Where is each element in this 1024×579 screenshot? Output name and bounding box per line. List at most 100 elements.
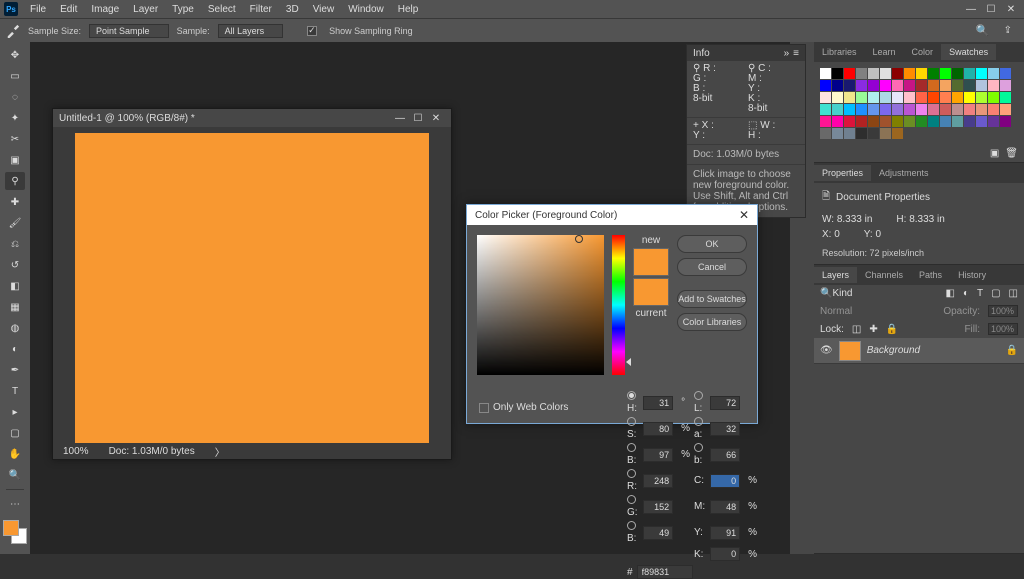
swatch[interactable] [868, 92, 879, 103]
swatch[interactable] [1000, 116, 1011, 127]
swatch[interactable] [1000, 92, 1011, 103]
s-radio[interactable] [627, 417, 636, 426]
doc-minimize[interactable]: — [391, 113, 409, 124]
move-tool[interactable]: ✥ [5, 46, 25, 64]
swatch[interactable] [856, 116, 867, 127]
menu-view[interactable]: View [307, 2, 341, 17]
swatch[interactable] [904, 116, 915, 127]
tab-color[interactable]: Color [904, 44, 942, 60]
color-libraries-button[interactable]: Color Libraries [677, 313, 747, 331]
swatch[interactable] [904, 80, 915, 91]
tab-learn[interactable]: Learn [865, 44, 904, 60]
h-radio[interactable] [627, 391, 636, 400]
swatch[interactable] [856, 92, 867, 103]
swatch[interactable] [856, 128, 867, 139]
swatch[interactable] [868, 128, 879, 139]
hex-input[interactable] [637, 565, 693, 579]
swatch[interactable] [928, 92, 939, 103]
visibility-icon[interactable]: 👁 [820, 345, 833, 356]
blur-tool[interactable]: ◍ [5, 319, 25, 337]
menu-file[interactable]: File [24, 2, 52, 17]
a-radio[interactable] [694, 417, 703, 426]
swatch[interactable] [928, 116, 939, 127]
window-minimize[interactable]: — [962, 4, 980, 15]
m-input[interactable] [710, 500, 740, 514]
bb-input[interactable] [643, 526, 673, 540]
swatch[interactable] [976, 116, 987, 127]
document-titlebar[interactable]: Untitled-1 @ 100% (RGB/8#) * — ☐ ✕ [53, 109, 451, 127]
swatch[interactable] [928, 68, 939, 79]
swatch[interactable] [928, 104, 939, 115]
eraser-tool[interactable]: ◧ [5, 277, 25, 295]
swatch[interactable] [832, 104, 843, 115]
swatch[interactable] [952, 104, 963, 115]
swatch[interactable] [988, 68, 999, 79]
color-field[interactable] [477, 235, 604, 375]
hue-arrow[interactable] [626, 358, 631, 366]
eyedropper-tool[interactable]: ⚲ [5, 172, 25, 190]
menu-3d[interactable]: 3D [280, 2, 305, 17]
swatch[interactable] [1000, 80, 1011, 91]
healing-tool[interactable]: ✚ [5, 193, 25, 211]
zoom-level[interactable]: 100% [63, 446, 89, 457]
swatch[interactable] [892, 116, 903, 127]
swatch[interactable] [820, 128, 831, 139]
tab-history[interactable]: History [950, 267, 994, 283]
swatch[interactable] [880, 80, 891, 91]
shape-tool[interactable]: ▢ [5, 424, 25, 442]
swatch[interactable] [832, 128, 843, 139]
swatch[interactable] [820, 80, 831, 91]
search-icon[interactable]: 🔍 [976, 24, 990, 37]
c-input[interactable] [710, 474, 740, 488]
show-ring-checkbox[interactable] [307, 26, 317, 36]
filter-image-icon[interactable]: ◧ [945, 288, 954, 299]
swatch[interactable] [916, 116, 927, 127]
swatch[interactable] [916, 104, 927, 115]
sample-select[interactable]: All Layers [218, 24, 284, 38]
bb-radio[interactable] [694, 443, 703, 452]
swatch[interactable] [880, 68, 891, 79]
layer-name[interactable]: Background [867, 345, 920, 356]
b-input[interactable] [710, 448, 740, 462]
swatch[interactable] [964, 104, 975, 115]
swatch[interactable] [892, 68, 903, 79]
swatch[interactable] [964, 116, 975, 127]
tab-channels[interactable]: Channels [857, 267, 911, 283]
swatch[interactable] [820, 92, 831, 103]
brush-tool[interactable]: 🖌 [5, 214, 25, 232]
swatch[interactable] [964, 92, 975, 103]
a-input[interactable] [710, 422, 740, 436]
lock-position-icon[interactable]: ✚ [869, 324, 877, 335]
filter-smart-icon[interactable]: ◫ [1009, 288, 1018, 299]
layer-filter-icon[interactable]: 🔍Kind [820, 288, 852, 299]
pen-tool[interactable]: ✒ [5, 361, 25, 379]
swatch[interactable] [976, 80, 987, 91]
tab-properties[interactable]: Properties [814, 165, 871, 181]
foreground-color-well[interactable] [3, 520, 19, 536]
tab-paths[interactable]: Paths [911, 267, 950, 283]
swatch[interactable] [892, 80, 903, 91]
swatch[interactable] [916, 68, 927, 79]
hue-slider[interactable] [612, 235, 625, 375]
swatch[interactable] [892, 92, 903, 103]
r-radio[interactable] [627, 469, 636, 478]
doc-close[interactable]: ✕ [427, 113, 445, 124]
swatch[interactable] [832, 68, 843, 79]
swatch[interactable] [988, 116, 999, 127]
swatch[interactable] [844, 116, 855, 127]
bv-input[interactable] [643, 448, 673, 462]
opacity-input[interactable] [988, 305, 1018, 317]
swatch[interactable] [952, 68, 963, 79]
swatch[interactable] [892, 128, 903, 139]
swatch[interactable] [952, 116, 963, 127]
swatch[interactable] [1000, 104, 1011, 115]
filter-adjust-icon[interactable]: ◐ [963, 288, 969, 299]
tab-swatches[interactable]: Swatches [941, 44, 996, 60]
menu-window[interactable]: Window [342, 2, 390, 17]
swatch[interactable] [988, 104, 999, 115]
sample-size-select[interactable]: Point Sample [89, 24, 169, 38]
swatch[interactable] [844, 128, 855, 139]
swatch[interactable] [940, 80, 951, 91]
swatch[interactable] [916, 92, 927, 103]
new-swatch-icon[interactable]: ▣ [990, 148, 999, 159]
